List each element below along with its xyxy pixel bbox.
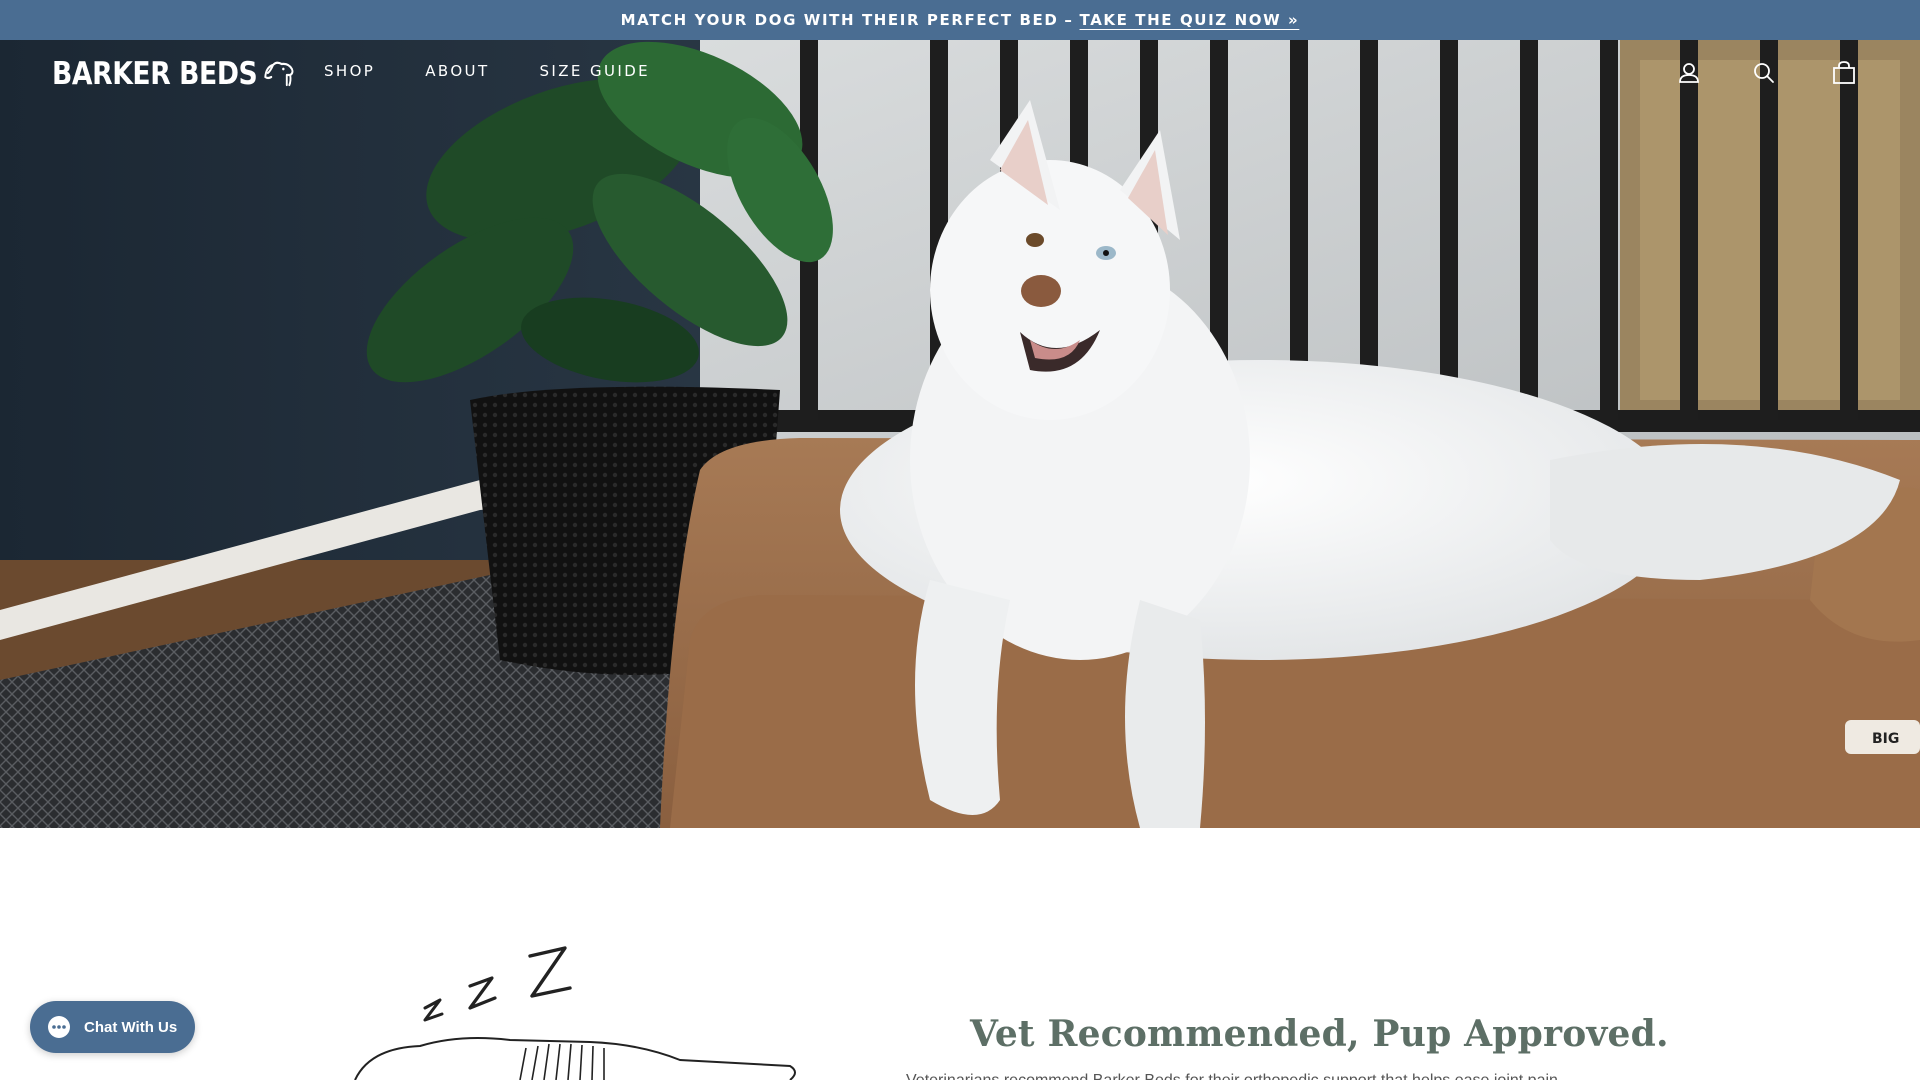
take-quiz-link[interactable]: TAKE THE QUIZ NOW »: [1080, 11, 1300, 29]
site-header: BARKER BEDS SHOP ABOUT SIZE GUIDE: [0, 40, 1920, 106]
sleeping-dog-illustration: [354, 946, 796, 1080]
cart-icon[interactable]: [1831, 60, 1857, 86]
chat-label: Chat With Us: [84, 1018, 178, 1036]
section-body-text: Veterinarians recommend Barker Beds for …: [906, 1070, 1606, 1080]
account-icon[interactable]: [1676, 60, 1702, 86]
announcement-separator: –: [1064, 11, 1074, 29]
hero-illustration: BIG: [0, 40, 1920, 828]
announcement-bar: MATCH YOUR DOG WITH THEIR PERFECT BED – …: [0, 0, 1920, 40]
chat-bubble-icon: [48, 1016, 70, 1038]
svg-text:BIG: BIG: [1872, 731, 1899, 747]
search-icon[interactable]: [1751, 60, 1777, 86]
hero-image: BIG: [0, 40, 1920, 828]
chat-with-us-button[interactable]: Chat With Us: [30, 1001, 195, 1053]
announcement-text: MATCH YOUR DOG WITH THEIR PERFECT BED: [620, 11, 1059, 29]
header-icons: [0, 60, 1920, 90]
section-heading: Vet Recommended, Pup Approved.: [970, 1013, 1669, 1055]
